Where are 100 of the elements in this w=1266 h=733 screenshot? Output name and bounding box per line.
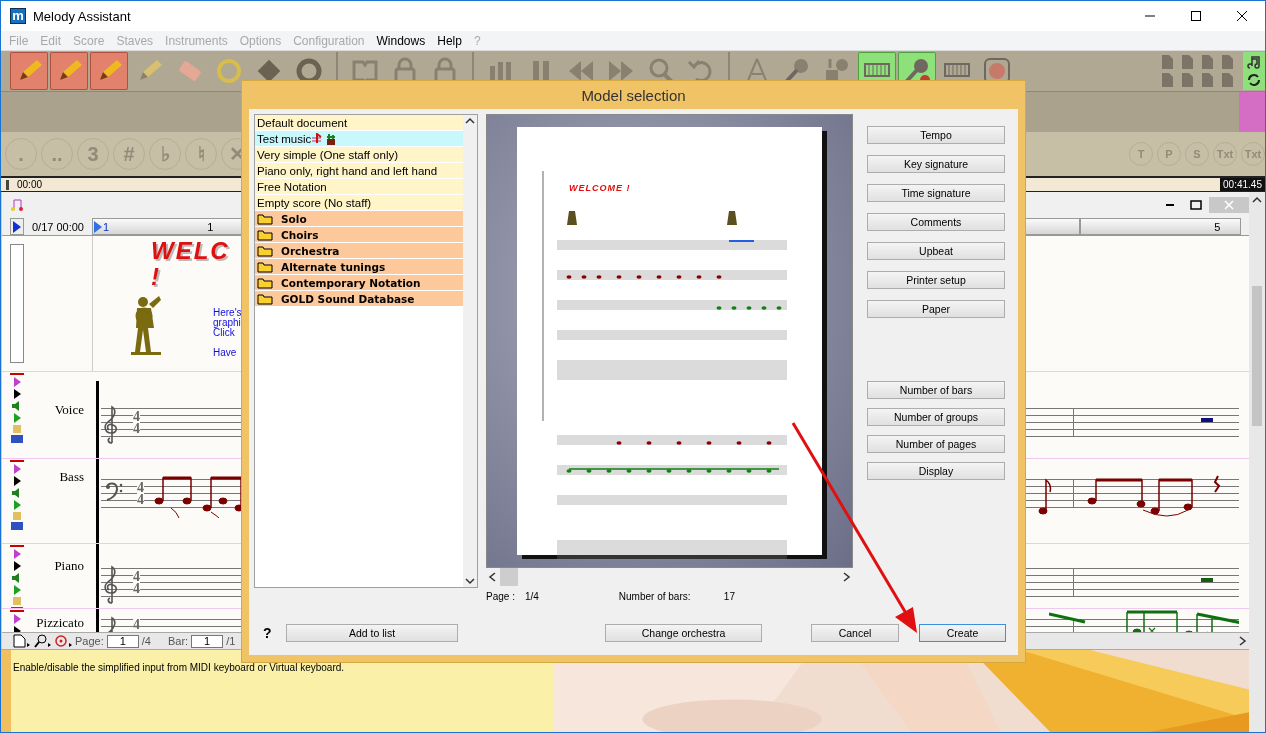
list-item[interactable]: Test music xyxy=(255,131,463,147)
rest-icon xyxy=(1201,418,1213,422)
document-icon[interactable] xyxy=(1159,72,1175,88)
staff-name: Voice xyxy=(53,402,84,419)
rest-icon xyxy=(1201,578,1213,582)
menu-item[interactable]: Windows xyxy=(370,33,432,48)
time-signature: 4 xyxy=(133,571,140,583)
help-button[interactable]: ? xyxy=(263,625,277,641)
time-signature: 4 xyxy=(137,494,144,506)
score-title: WELC xyxy=(151,238,230,264)
document-icon[interactable] xyxy=(1179,54,1195,70)
list-item[interactable]: Solo xyxy=(255,211,463,227)
settings-button[interactable]: Paper xyxy=(867,300,1005,318)
close-icon xyxy=(1236,10,1248,22)
scrollbar-thumb[interactable] xyxy=(500,568,518,586)
tool-button[interactable] xyxy=(50,52,88,90)
document-icon[interactable] xyxy=(1179,72,1195,88)
scroll-down-icon[interactable] xyxy=(464,575,476,587)
bass-clef-icon xyxy=(105,481,123,501)
settings-button[interactable]: Comments xyxy=(867,213,1005,231)
page-label: Page: xyxy=(75,635,104,647)
score-title: ! xyxy=(151,264,162,290)
settings-button[interactable]: Upbeat xyxy=(867,242,1005,260)
time-signature: 4 xyxy=(133,583,140,595)
time-signature: 4 xyxy=(137,482,144,494)
settings-button[interactable]: Key signature xyxy=(867,155,1005,173)
list-item[interactable]: Contemporary Notation xyxy=(255,275,463,291)
page-value: 1/4 xyxy=(524,590,539,602)
document-icon[interactable] xyxy=(1199,72,1215,88)
settings-button[interactable]: Number of bars xyxy=(867,381,1005,399)
time-signature: 4 xyxy=(133,411,140,423)
dialog-title: Model selection xyxy=(581,86,686,104)
window-title: Melody Assistant xyxy=(33,8,131,24)
color-swatch xyxy=(1239,92,1265,132)
page-icon[interactable] xyxy=(12,634,30,648)
settings-button[interactable]: Number of pages xyxy=(867,435,1005,453)
bars-label: Number of bars: xyxy=(618,590,692,602)
list-item[interactable]: Alternate tunings xyxy=(255,259,463,275)
action-button[interactable]: Add to list xyxy=(286,624,458,642)
list-item[interactable]: Very simple (One staff only) xyxy=(255,147,463,163)
document-icon[interactable] xyxy=(1219,72,1235,88)
list-item[interactable]: Default document xyxy=(255,115,463,131)
position-readout: 0/17 00:00 xyxy=(32,220,85,233)
bar-number: 1 xyxy=(207,220,214,233)
tool-button[interactable] xyxy=(90,52,128,90)
settings-button[interactable]: Tempo xyxy=(867,126,1005,144)
settings-button[interactable]: Time signature xyxy=(867,184,1005,202)
maximize-icon xyxy=(1190,10,1202,22)
document-icon[interactable] xyxy=(1159,54,1175,70)
list-item[interactable]: Empty score (No staff) xyxy=(255,195,463,211)
play-button[interactable] xyxy=(10,218,24,235)
list-item[interactable]: Piano only, right hand and left hand xyxy=(255,163,463,179)
app-icon: m xyxy=(10,8,26,24)
intro-text: Here's xyxy=(213,308,242,318)
slider-thumb[interactable] xyxy=(6,179,9,190)
page-count: /4 xyxy=(141,635,151,647)
document-icon[interactable] xyxy=(1219,54,1235,70)
action-button[interactable]: Create xyxy=(919,624,1006,642)
settings-button[interactable]: Number of groups xyxy=(867,408,1005,426)
list-item[interactable]: Free Notation xyxy=(255,179,463,195)
settings-button[interactable]: Printer setup xyxy=(867,271,1005,289)
action-button[interactable]: Change orchestra xyxy=(605,624,762,642)
target-icon[interactable] xyxy=(54,634,72,648)
track-controls-drawing[interactable] xyxy=(10,373,24,445)
staff-name: Bass xyxy=(58,469,84,486)
bar-number: 5 xyxy=(1214,220,1221,233)
score-icon[interactable] xyxy=(10,198,24,212)
cactus-icon xyxy=(325,132,338,145)
refresh-icon[interactable] xyxy=(1246,72,1262,88)
staff-name: Pizzicato xyxy=(35,615,84,632)
minimize-icon xyxy=(1165,204,1175,206)
start-marker: 1 xyxy=(103,220,110,233)
maximize-icon xyxy=(1190,200,1202,210)
track-controls-drawing[interactable] xyxy=(10,545,24,608)
treble-clef-icon xyxy=(103,405,119,445)
list-item[interactable]: Orchestra xyxy=(255,243,463,259)
bar-field[interactable]: 1 xyxy=(191,634,224,648)
trumpeter-drawing xyxy=(129,294,163,356)
intro-text: graphi xyxy=(213,318,242,328)
menu-item[interactable]: Help xyxy=(431,33,468,48)
action-button[interactable]: Cancel xyxy=(811,624,899,642)
page-label: Page : xyxy=(486,590,515,602)
bar-count: /1 xyxy=(226,635,236,647)
settings-button[interactable]: Display xyxy=(867,462,1005,480)
track-controls-drawing[interactable] xyxy=(10,460,24,532)
end-time: 00:41.45 xyxy=(1220,178,1265,191)
list-item[interactable]: Choirs xyxy=(255,227,463,243)
page-field[interactable]: 1 xyxy=(106,634,139,648)
list-item[interactable]: GOLD Sound Database xyxy=(255,291,463,307)
zoom-icon[interactable] xyxy=(33,634,51,648)
status-text: Enable/disable the simplified input from MIDI keyboard or Virtual keyboard. xyxy=(13,662,345,673)
close-icon xyxy=(1224,200,1234,210)
tool-button[interactable] xyxy=(10,52,48,90)
scroll-right-icon[interactable] xyxy=(1237,634,1249,648)
flag-icon xyxy=(93,220,103,233)
scrollbar-thumb[interactable] xyxy=(1252,286,1262,426)
intro-text: Have xyxy=(213,348,238,358)
start-time: 00:00 xyxy=(17,179,43,190)
note-icon[interactable] xyxy=(1246,54,1262,70)
document-icon[interactable] xyxy=(1199,54,1215,70)
